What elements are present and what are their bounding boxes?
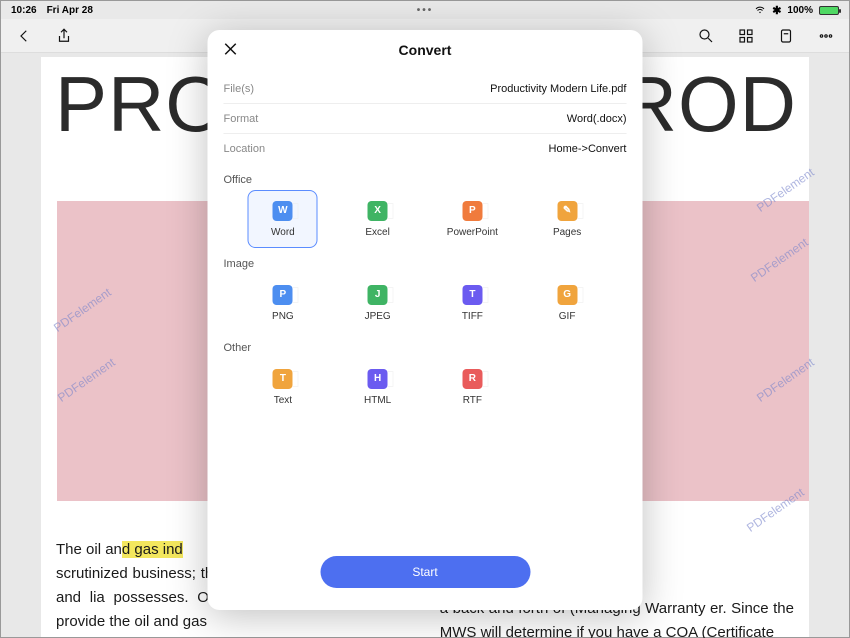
format-excel[interactable]: XExcel — [330, 190, 425, 248]
close-icon[interactable] — [222, 40, 242, 60]
modal-title: Convert — [399, 42, 452, 58]
format-gif[interactable]: GGIF — [520, 274, 615, 332]
format-text[interactable]: TText — [236, 358, 331, 416]
grid-view-icon[interactable] — [737, 27, 755, 45]
info-row-files[interactable]: File(s) Productivity Modern Life.pdf — [224, 74, 627, 104]
format-png[interactable]: PPNG — [236, 274, 331, 332]
search-icon[interactable] — [697, 27, 715, 45]
share-icon[interactable] — [55, 27, 73, 45]
format-rtf[interactable]: RRTF — [425, 358, 520, 416]
status-date: Fri Apr 28 — [47, 5, 93, 16]
info-row-format[interactable]: Format Word(.docx) — [224, 104, 627, 134]
wifi-icon — [754, 3, 766, 18]
bluetooth-icon: ✱ — [772, 4, 781, 17]
format-word[interactable]: WWord — [248, 190, 318, 248]
convert-modal: Convert File(s) Productivity Modern Life… — [208, 30, 643, 610]
format-jpeg[interactable]: JJPEG — [330, 274, 425, 332]
more-icon[interactable] — [817, 27, 835, 45]
section-office: Office — [208, 174, 643, 186]
start-button[interactable]: Start — [320, 556, 530, 588]
section-image: Image — [208, 258, 643, 270]
section-other: Other — [208, 342, 643, 354]
format-tiff[interactable]: TTIFF — [425, 274, 520, 332]
format-pages[interactable]: ✎Pages — [520, 190, 615, 248]
info-row-location[interactable]: Location Home->Convert — [224, 134, 627, 164]
status-multitask-dots[interactable]: ••• — [417, 5, 434, 16]
status-bar: 10:26 Fri Apr 28 ••• ✱ 100% — [1, 1, 849, 19]
battery-icon — [819, 6, 839, 15]
back-button[interactable] — [15, 27, 33, 45]
status-time: 10:26 — [11, 5, 37, 16]
bookmark-icon[interactable] — [777, 27, 795, 45]
battery-percent: 100% — [787, 5, 813, 16]
format-powerpoint[interactable]: PPowerPoint — [425, 190, 520, 248]
format-html[interactable]: HHTML — [330, 358, 425, 416]
